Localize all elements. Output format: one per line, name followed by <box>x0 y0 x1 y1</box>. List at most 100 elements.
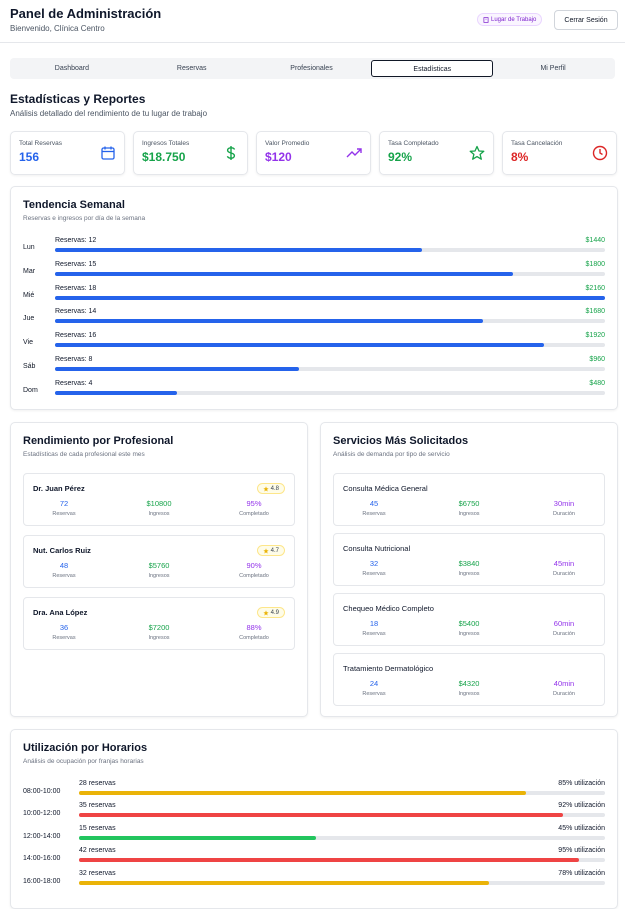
professionals-card: Rendimiento por Profesional Estadísticas… <box>10 422 308 717</box>
hour-reservas: 28 reservas <box>79 780 116 787</box>
professional-card[interactable]: Dra. Ana López 4.9 36 Reservas $7200 Ingresos… <box>23 597 295 650</box>
metric-value: $3840 <box>458 559 480 568</box>
service-name: Consulta Nutricional <box>343 544 411 553</box>
metric-label: Ingresos <box>458 571 480 577</box>
professionals-subtitle: Estadísticas de cada profesional este me… <box>23 451 145 458</box>
metric-reservas: 45 Reservas <box>334 499 414 517</box>
day-amount: $1440 <box>585 237 605 244</box>
metric-value: 48 <box>59 561 69 570</box>
metric-label: Completado <box>239 573 269 579</box>
day-amount: $1800 <box>585 260 605 268</box>
day-bar-fill <box>55 295 605 300</box>
day-bar-track <box>55 248 605 252</box>
trending-up-icon <box>346 148 362 158</box>
tab-mi-perfil[interactable]: Mi Perfil <box>493 60 613 77</box>
metric-label: Reservas <box>52 511 76 517</box>
professional-card[interactable]: Dr. Juan Pérez 4.8 72 Reservas $10800 Ingreso… <box>23 473 295 526</box>
hour-utilization: 78% utilización <box>558 869 605 877</box>
dollar-icon <box>226 146 236 160</box>
metric-completado: 90% Completado <box>214 561 294 579</box>
metric-label: Duración <box>552 511 575 517</box>
metric-ingresos: $7200 Ingresos <box>119 623 199 641</box>
tab-estadisticas[interactable]: Estadísticas <box>371 60 494 77</box>
day-bar-fill <box>55 390 178 395</box>
hours-card: Utilización por Horarios Análisis de ocu… <box>10 729 618 909</box>
day-bar-track <box>55 390 605 395</box>
metric-value: 72 <box>59 499 69 508</box>
service-card[interactable]: Chequeo Médico Completo 18 Reservas $5400 In… <box>333 593 605 646</box>
hour-range: 14:00-16:00 <box>23 855 61 863</box>
stat-tasa-cancelacion: Tasa Cancelación 8% <box>502 131 617 175</box>
service-card[interactable]: Consulta Nutricional 32 Reservas $3840 Ingre… <box>333 533 605 586</box>
metric-label: Ingresos <box>458 631 480 637</box>
tab-profesionales[interactable]: Profesionales <box>252 60 372 77</box>
professional-name: Nut. Carlos Ruiz <box>33 546 91 555</box>
day-reservas: Reservas: 18 <box>55 284 97 292</box>
metric-duracion: 60min Duración <box>524 619 604 637</box>
rating-badge: 4.8 <box>256 483 285 494</box>
metric-label: Duración <box>552 571 575 577</box>
metric-value: $4320 <box>458 679 480 688</box>
metric-value: $5760 <box>148 561 170 570</box>
metric-reservas: 18 Reservas <box>334 619 414 637</box>
star-icon <box>263 547 269 553</box>
metric-reservas: 72 Reservas <box>24 499 104 517</box>
hour-bar-fill <box>79 880 490 885</box>
day-row: Mar Reservas: 15 $1800 <box>23 261 605 283</box>
star-icon <box>263 485 269 491</box>
day-reservas: Reservas: 16 <box>55 332 97 340</box>
metric-completado: 95% Completado <box>214 499 294 517</box>
metric-ingresos: $10800 Ingresos <box>119 499 199 517</box>
tab-reservas[interactable]: Reservas <box>132 60 252 77</box>
weekly-title: Tendencia Semanal <box>23 199 125 211</box>
logout-button[interactable]: Cerrar Sesión <box>554 10 618 30</box>
star-icon <box>469 145 485 160</box>
metric-label: Ingresos <box>148 635 170 641</box>
day-reservas: Reservas: 15 <box>55 260 97 268</box>
metric-label: Completado <box>239 635 269 641</box>
day-row: Mié Reservas: 18 $2160 <box>23 285 605 307</box>
day-bar-track <box>55 295 605 300</box>
tab-dashboard[interactable]: Dashboard <box>12 60 132 77</box>
day-amount: $1680 <box>585 308 605 316</box>
building-icon <box>483 16 489 23</box>
day-amount: $480 <box>589 379 605 387</box>
hour-row: 14:00-16:00 42 reservas 95% utilización <box>23 847 605 869</box>
hour-range: 08:00-10:00 <box>23 788 61 795</box>
service-name: Tratamiento Dermatológico <box>343 664 434 673</box>
day-bar-fill <box>55 271 514 276</box>
metric-value: 45min <box>553 559 575 568</box>
metric-label: Duración <box>552 631 575 637</box>
metric-value: 18 <box>369 619 379 628</box>
professional-name: Dr. Juan Pérez <box>33 484 85 493</box>
metric-label: Completado <box>239 511 269 517</box>
hour-reservas: 42 reservas <box>79 847 116 855</box>
hour-row: 16:00-18:00 32 reservas 78% utilización <box>23 870 605 892</box>
metric-duracion: 45min Duración <box>524 559 604 577</box>
service-card[interactable]: Tratamiento Dermatológico 24 Reservas $4320… <box>333 653 605 706</box>
hour-bar-fill <box>79 835 316 840</box>
weekly-trend-card: Tendencia Semanal Reservas e ingresos po… <box>10 186 618 410</box>
hour-bar-track <box>79 858 605 863</box>
metric-value: 36 <box>59 623 69 632</box>
hour-row: 08:00-10:00 28 reservas 85% utilización <box>23 780 605 802</box>
professional-name: Dra. Ana López <box>33 608 88 617</box>
metric-label: Reservas <box>362 631 386 637</box>
day-bar-track <box>55 367 605 371</box>
hour-bar-track <box>79 813 605 818</box>
section-title: Estadísticas y Reportes <box>10 92 146 106</box>
service-card[interactable]: Consulta Médica General 45 Reservas $6750 In… <box>333 473 605 526</box>
metric-label: Ingresos <box>148 573 170 579</box>
hours-subtitle: Análisis de ocupación por franjas horari… <box>23 758 144 765</box>
rating-value: 4.8 <box>270 485 279 492</box>
day-bar-fill <box>55 343 544 348</box>
metric-value: $5400 <box>458 619 480 628</box>
day-bar-track <box>55 319 605 324</box>
service-name: Consulta Médica General <box>343 484 428 493</box>
metric-label: Reservas <box>362 571 386 577</box>
day-bar-track <box>55 271 605 276</box>
professional-card[interactable]: Nut. Carlos Ruiz 4.7 48 Reservas $5760 Ingres… <box>23 535 295 588</box>
day-reservas: Reservas: 14 <box>55 308 97 316</box>
section-subtitle: Análisis detallado del rendimiento de tu… <box>10 109 208 118</box>
hour-bar-track <box>79 791 605 795</box>
